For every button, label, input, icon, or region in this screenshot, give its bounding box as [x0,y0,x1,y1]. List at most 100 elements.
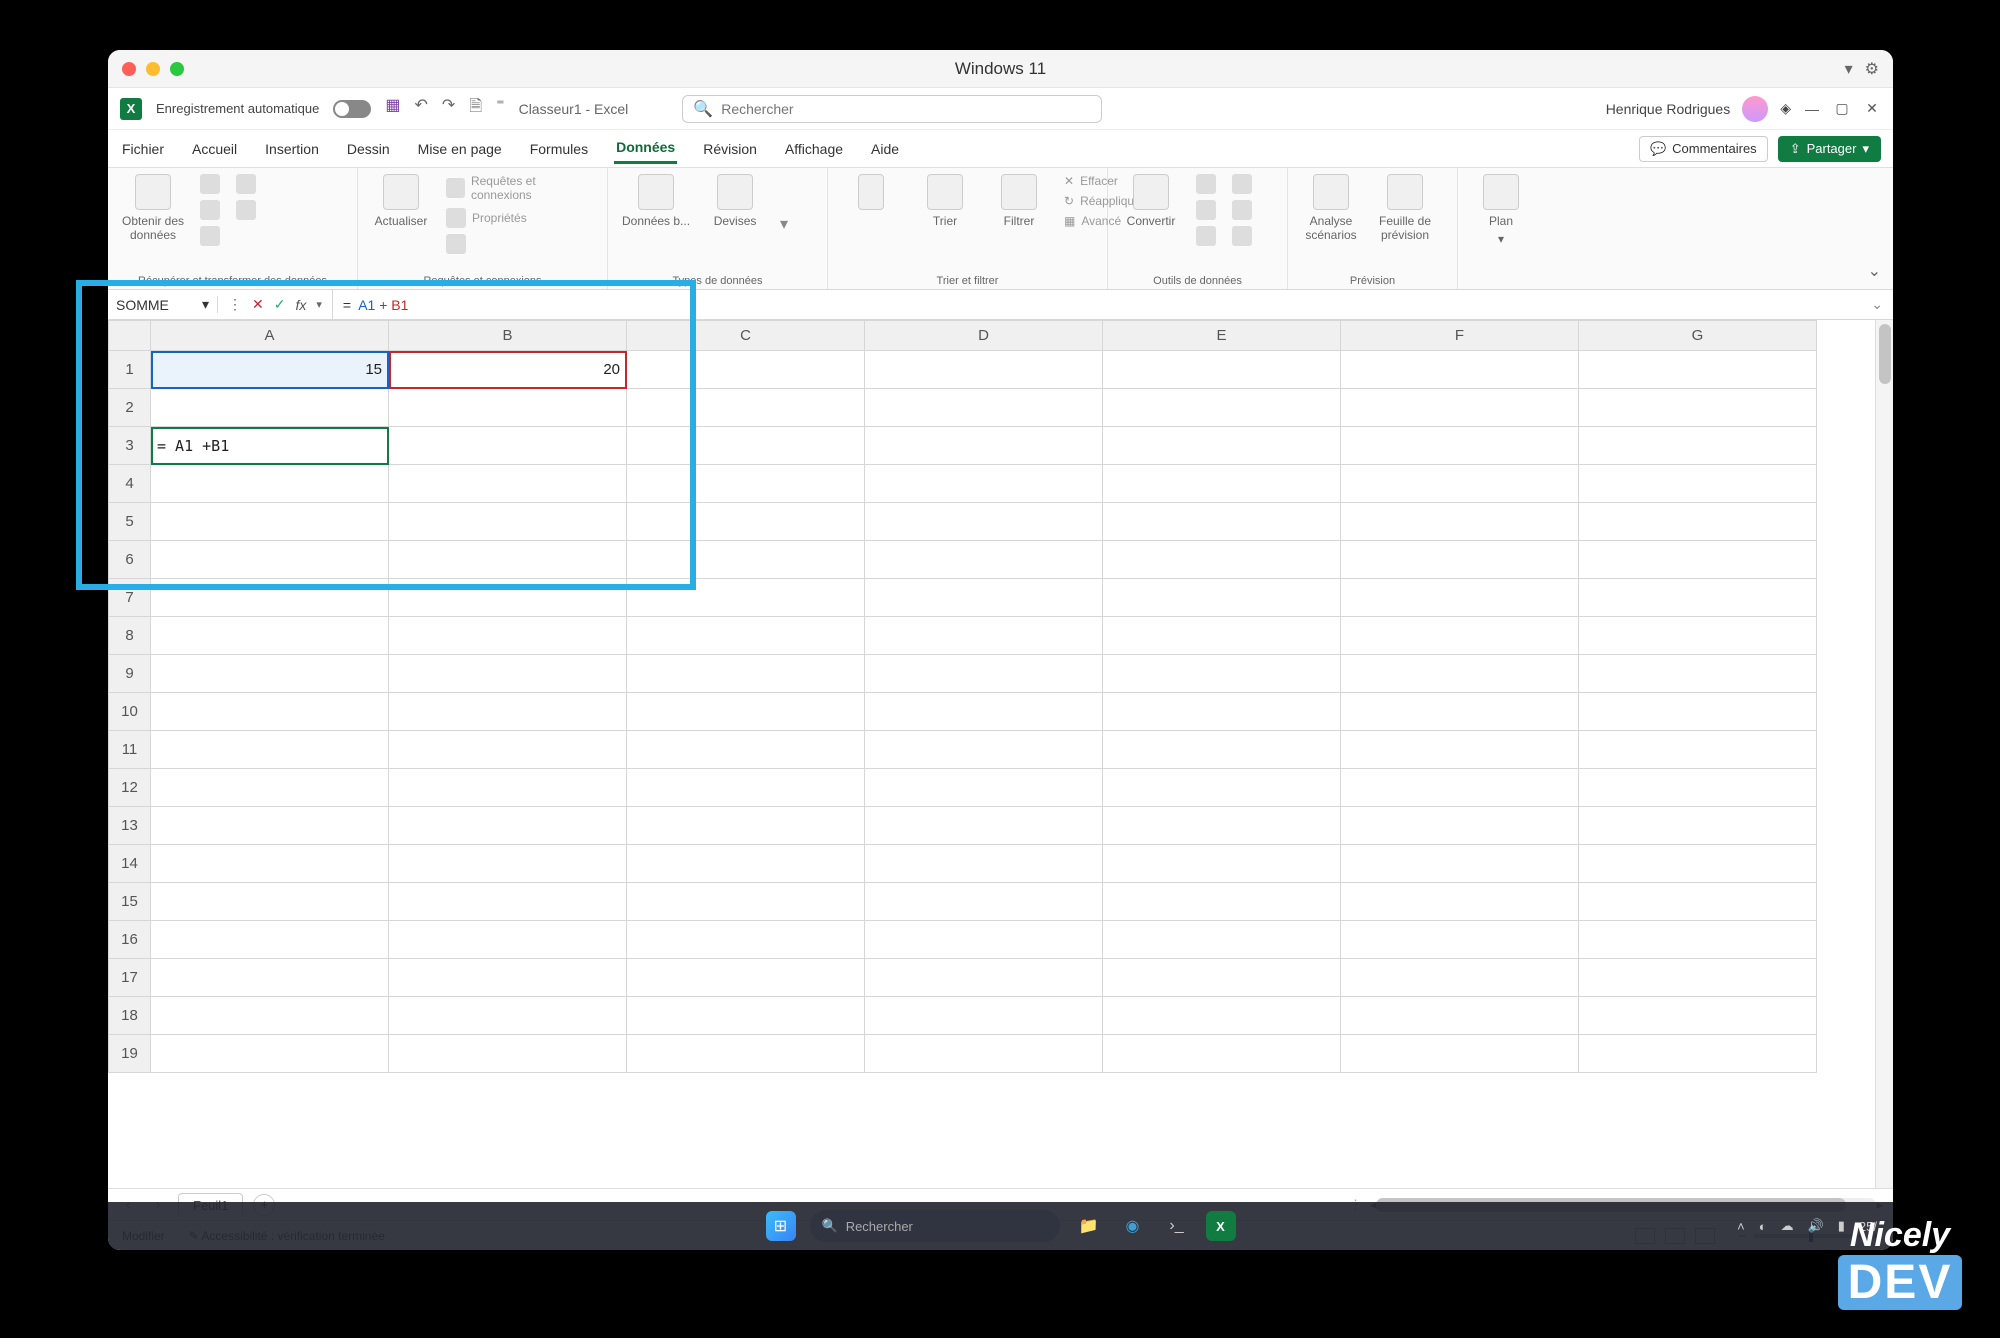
tab-accueil[interactable]: Accueil [190,135,239,163]
row-header[interactable]: 19 [109,1035,151,1073]
share-button[interactable]: ⇪ Partager ▾ [1778,136,1881,162]
row-header[interactable]: 2 [109,389,151,427]
cell-D15[interactable] [865,883,1103,921]
vertical-scrollbar[interactable] [1875,320,1893,1188]
cell-F14[interactable] [1341,845,1579,883]
cell-B9[interactable] [389,655,627,693]
cell-E16[interactable] [1103,921,1341,959]
qat-more-icon[interactable]: ⁼ [496,95,504,122]
recent-sources-icon[interactable] [236,174,256,194]
cell-D18[interactable] [865,997,1103,1035]
cell-G16[interactable] [1579,921,1817,959]
cell-D4[interactable] [865,465,1103,503]
cell-F16[interactable] [1341,921,1579,959]
validation-icon[interactable] [1196,226,1216,246]
cell-G2[interactable] [1579,389,1817,427]
cell-G19[interactable] [1579,1035,1817,1073]
cell-C12[interactable] [627,769,865,807]
user-avatar[interactable] [1742,96,1768,122]
cell-B14[interactable] [389,845,627,883]
cell-A18[interactable] [151,997,389,1035]
relationships-icon[interactable] [1232,200,1252,220]
currency-type-button[interactable]: Devises [706,174,764,228]
cell-G5[interactable] [1579,503,1817,541]
cell-G10[interactable] [1579,693,1817,731]
file-icon[interactable]: 🗎 [469,95,482,122]
cell-F10[interactable] [1341,693,1579,731]
cell-C7[interactable] [627,579,865,617]
cell-D12[interactable] [865,769,1103,807]
cell-G7[interactable] [1579,579,1817,617]
row-header[interactable]: 7 [109,579,151,617]
cell-E2[interactable] [1103,389,1341,427]
from-text-icon[interactable] [200,174,220,194]
cell-C11[interactable] [627,731,865,769]
cell-A6[interactable] [151,541,389,579]
cell-G17[interactable] [1579,959,1817,997]
outline-button[interactable]: Plan▾ [1472,174,1530,246]
stocks-type-button[interactable]: Données b... [622,174,690,228]
cell-E6[interactable] [1103,541,1341,579]
cell-E14[interactable] [1103,845,1341,883]
cell-C16[interactable] [627,921,865,959]
cell-B10[interactable] [389,693,627,731]
cell-D16[interactable] [865,921,1103,959]
cell-F5[interactable] [1341,503,1579,541]
cell-D14[interactable] [865,845,1103,883]
cell-F7[interactable] [1341,579,1579,617]
cell-C18[interactable] [627,997,865,1035]
whatif-button[interactable]: Analyse scénarios [1302,174,1360,242]
cell-G6[interactable] [1579,541,1817,579]
edit-links-line[interactable] [446,234,593,254]
row-header[interactable]: 1 [109,351,151,389]
cell-B6[interactable] [389,541,627,579]
cell-B3[interactable] [389,427,627,465]
cell-F18[interactable] [1341,997,1579,1035]
flash-fill-icon[interactable] [1196,174,1216,194]
cell-D17[interactable] [865,959,1103,997]
cell-F9[interactable] [1341,655,1579,693]
autosave-toggle[interactable] [333,100,371,118]
start-button[interactable]: ⊞ [766,1211,796,1241]
cell-A5[interactable] [151,503,389,541]
excel-taskbar-icon[interactable]: X [1206,1211,1236,1241]
cell-B8[interactable] [389,617,627,655]
terminal-icon[interactable]: ›_ [1162,1211,1192,1241]
tab-affichage[interactable]: Affichage [783,135,845,163]
cell-G13[interactable] [1579,807,1817,845]
cell-E13[interactable] [1103,807,1341,845]
search-box[interactable]: 🔍 [682,95,1102,123]
collapse-ribbon-icon[interactable]: ⌄ [1868,261,1881,281]
cell-A4[interactable] [151,465,389,503]
col-header-D[interactable]: D [865,321,1103,351]
cell-B17[interactable] [389,959,627,997]
shield-icon[interactable]: ◐ [1759,1219,1767,1234]
cell-E8[interactable] [1103,617,1341,655]
cell-B5[interactable] [389,503,627,541]
taskbar-search[interactable]: 🔍 Rechercher [810,1210,1060,1242]
consolidate-icon[interactable] [1232,174,1252,194]
cell-E19[interactable] [1103,1035,1341,1073]
cell-D5[interactable] [865,503,1103,541]
cell-F13[interactable] [1341,807,1579,845]
cell-C4[interactable] [627,465,865,503]
row-header[interactable]: 16 [109,921,151,959]
cell-D13[interactable] [865,807,1103,845]
cell-A16[interactable] [151,921,389,959]
tab-formules[interactable]: Formules [528,135,590,163]
cell-B16[interactable] [389,921,627,959]
expand-formula-icon[interactable]: ⌄ [1861,296,1893,313]
row-header[interactable]: 8 [109,617,151,655]
tray-chevron-icon[interactable]: ˄ [1737,1219,1745,1234]
cell-D10[interactable] [865,693,1103,731]
cell-A3[interactable]: = A1 +B1 [151,427,389,465]
tab-dessin[interactable]: Dessin [345,135,392,163]
cell-F3[interactable] [1341,427,1579,465]
close-button[interactable]: ✕ [1863,100,1881,118]
maximize-dot[interactable] [170,62,184,76]
col-header-G[interactable]: G [1579,321,1817,351]
cell-E4[interactable] [1103,465,1341,503]
cell-C9[interactable] [627,655,865,693]
tab-donnees[interactable]: Données [614,133,677,164]
from-web-icon[interactable] [200,200,220,220]
